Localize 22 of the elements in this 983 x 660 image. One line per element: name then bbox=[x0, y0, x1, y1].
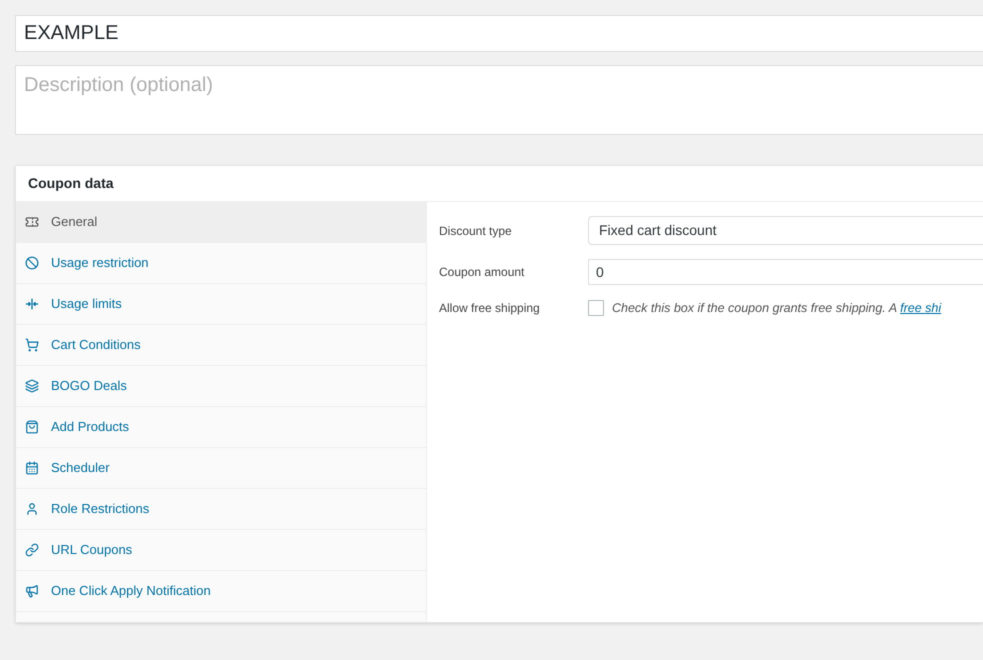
tab-icon bbox=[25, 215, 39, 229]
tab-icon bbox=[25, 297, 39, 311]
tab-icon bbox=[25, 379, 39, 393]
field-label: Discount type bbox=[439, 222, 513, 240]
tab-icon bbox=[25, 502, 39, 516]
input-field[interactable]: 0 bbox=[588, 259, 983, 285]
tab-icon bbox=[25, 461, 39, 475]
sidebar-tab[interactable]: General bbox=[16, 202, 426, 243]
field-label: Coupon amount bbox=[439, 264, 526, 281]
tab-icon bbox=[25, 420, 39, 434]
tab-icon bbox=[25, 256, 39, 270]
field-label: Allow free shipping bbox=[439, 300, 541, 318]
select-field[interactable]: Fixed cart discount bbox=[588, 216, 983, 245]
tab-icon bbox=[25, 338, 39, 352]
tab-icon bbox=[25, 543, 39, 557]
checkbox[interactable] bbox=[588, 300, 604, 316]
panel-title: Coupon data bbox=[28, 174, 114, 193]
field-description: Check this box if the coupon grants free shipping. A free shi bbox=[612, 300, 942, 317]
description-field[interactable]: Description (optional) bbox=[15, 65, 983, 135]
tab-icon bbox=[25, 584, 39, 598]
title-field[interactable]: EXAMPLE bbox=[15, 15, 983, 52]
free-shipping-link[interactable]: free shi bbox=[900, 301, 942, 315]
